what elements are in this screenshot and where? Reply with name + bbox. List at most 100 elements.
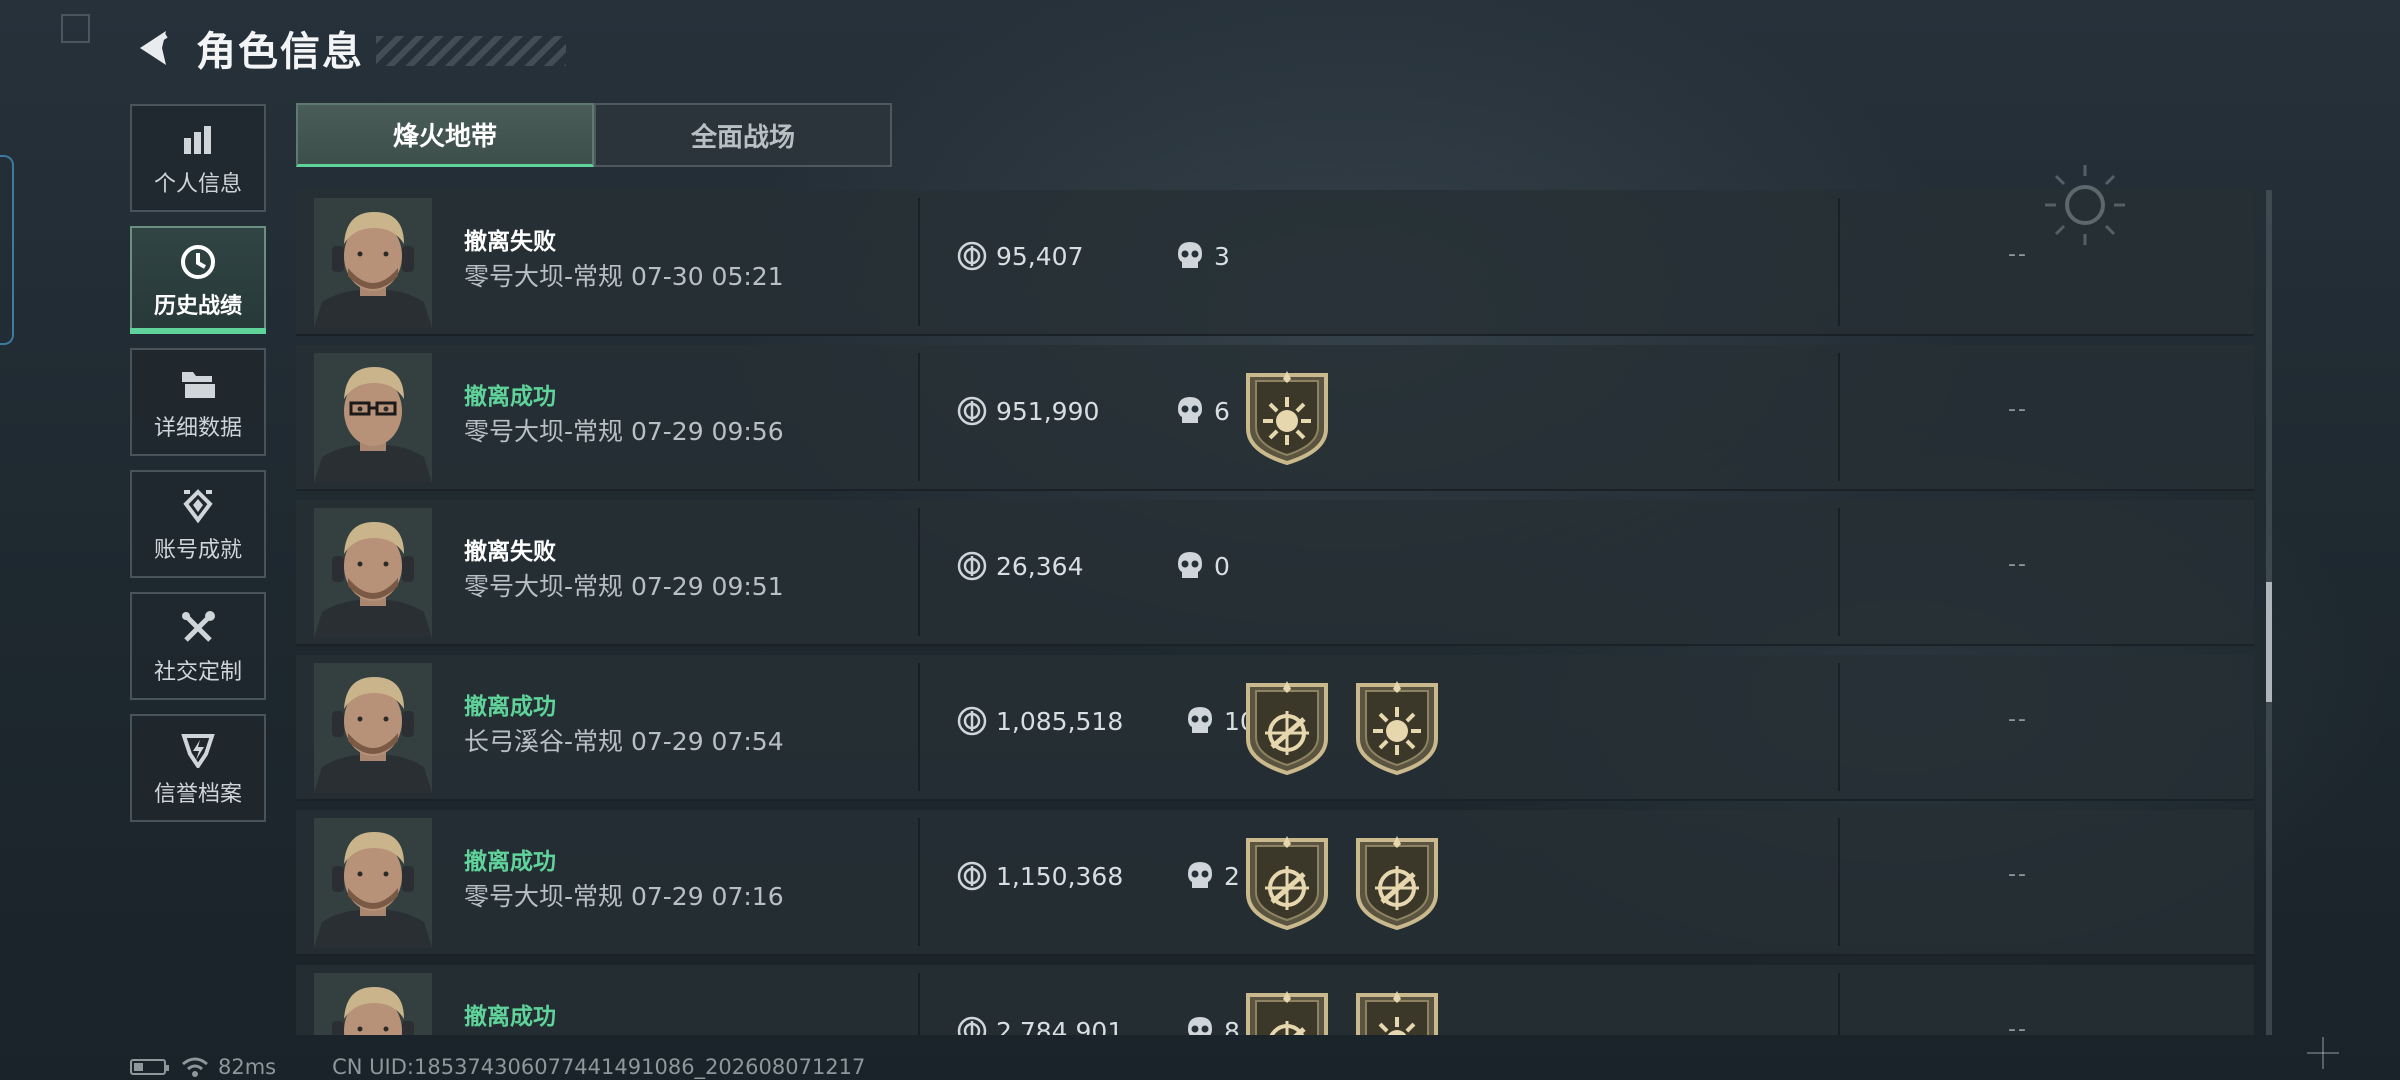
edge-drawer-handle[interactable] — [0, 155, 14, 345]
extra-info: -- — [2008, 862, 2028, 887]
map-and-time: 零号大坝-常规 07-29 09:56 — [464, 417, 784, 446]
skull-icon — [1176, 240, 1204, 276]
operator-portrait — [314, 973, 432, 1035]
crosshair-badge-icon[interactable] — [1242, 991, 1332, 1035]
sunburst-badge-icon[interactable] — [1352, 991, 1442, 1035]
crosshair-badge-icon[interactable] — [1242, 836, 1332, 931]
sidebar-item-label: 个人信息 — [153, 172, 242, 197]
status-bar: 82ms CN UID:1853743060774414910​86_20260… — [130, 1055, 865, 1079]
sidebar-item-label: 信誉档案 — [153, 782, 242, 807]
coin-icon — [956, 705, 988, 741]
extraction-result: 撤离成功 — [464, 1004, 556, 1030]
kill-count: 2 — [1224, 862, 1240, 891]
tab-warzone[interactable]: 烽火地带 — [296, 103, 594, 167]
extraction-result: 撤离成功 — [464, 694, 556, 720]
kill-count: 8 — [1224, 1017, 1240, 1035]
scrollbar[interactable] — [2266, 190, 2272, 1035]
title-decoration — [376, 36, 566, 66]
column-divider — [1838, 508, 1840, 636]
sunburst-badge-icon[interactable] — [1242, 371, 1332, 466]
sidebar-item-label: 社交定制 — [153, 660, 242, 685]
asset-value: 1,085,518 — [996, 707, 1124, 736]
column-divider — [1838, 198, 1840, 326]
mode-tabs: 烽火地带 全面战场 — [296, 103, 892, 167]
extra-info: -- — [2008, 242, 2028, 267]
column-divider — [1838, 353, 1840, 481]
asset-value: 1,150,368 — [996, 862, 1124, 891]
column-divider — [918, 353, 920, 481]
coin-icon — [956, 395, 988, 431]
column-divider — [918, 508, 920, 636]
kill-count: 6 — [1214, 397, 1230, 426]
sidebar: 个人信息 历史战绩 详细数据 账号成就 社交定制 信誉档案 — [130, 104, 266, 836]
sun-icon — [2045, 165, 2125, 245]
wifi-icon — [182, 1057, 208, 1077]
history-clock-icon — [179, 240, 217, 284]
asset-value: 95,407 — [996, 242, 1084, 271]
column-divider — [918, 198, 920, 326]
battery-icon — [130, 1059, 169, 1075]
column-divider — [918, 818, 920, 946]
back-arrow-icon — [140, 31, 168, 65]
sunburst-badge-icon[interactable] — [1352, 681, 1442, 776]
achievement-icon — [180, 484, 216, 528]
corner-frame — [61, 14, 90, 43]
sidebar-item-social[interactable]: 社交定制 — [130, 592, 266, 700]
back-button[interactable] — [128, 24, 176, 72]
coin-icon — [956, 240, 988, 276]
match-row[interactable]: 撤离成功 零号大坝-常规 07-29 09:56 951,990 6 -- — [296, 345, 2254, 491]
crosshair-badge-icon[interactable] — [1352, 836, 1442, 931]
ping-value: 82ms — [218, 1055, 277, 1079]
skull-icon — [1176, 550, 1204, 586]
extraction-result: 撤离失败 — [464, 229, 556, 255]
plus-icon — [2307, 1037, 2339, 1069]
uid-text: CN UID:1853743060774414910​86_2026080712… — [332, 1055, 866, 1079]
sidebar-item-label: 历史战绩 — [153, 294, 242, 319]
extra-info: -- — [2008, 397, 2028, 422]
sidebar-item-achievements[interactable]: 账号成就 — [130, 470, 266, 578]
match-row[interactable]: 撤离成功 2,784,901 8 -- — [296, 965, 2254, 1035]
asset-value: 951,990 — [996, 397, 1100, 426]
page-header: 角色信息 — [128, 18, 566, 78]
map-and-time: 零号大坝-常规 07-30 05:21 — [464, 262, 784, 291]
extra-info: -- — [2008, 1017, 2028, 1035]
map-and-time: 零号大坝-常规 07-29 09:51 — [464, 572, 784, 601]
map-and-time: 长弓溪谷-常规 07-29 07:54 — [464, 727, 784, 756]
sidebar-item-profile[interactable]: 个人信息 — [130, 104, 266, 212]
sidebar-item-details[interactable]: 详细数据 — [130, 348, 266, 456]
match-row[interactable]: 撤离成功 长弓溪谷-常规 07-29 07:54 1,085,518 10 -- — [296, 655, 2254, 801]
scrollbar-thumb[interactable] — [2266, 582, 2272, 702]
folder-icon — [179, 362, 217, 406]
bar-chart-icon — [181, 118, 215, 162]
match-row[interactable]: 撤离失败 零号大坝-常规 07-30 05:21 95,407 3 -- — [296, 190, 2254, 336]
skull-icon — [1186, 860, 1214, 896]
extraction-result: 撤离成功 — [464, 849, 556, 875]
kill-count: 0 — [1214, 552, 1230, 581]
coin-icon — [956, 860, 988, 896]
operator-portrait — [314, 353, 432, 483]
match-history-list[interactable]: 撤离失败 零号大坝-常规 07-30 05:21 95,407 3 -- 撤离成… — [296, 190, 2254, 1035]
operator-portrait — [314, 818, 432, 948]
column-divider — [918, 663, 920, 791]
sidebar-item-reputation[interactable]: 信誉档案 — [130, 714, 266, 822]
extraction-result: 撤离成功 — [464, 384, 556, 410]
column-divider — [1838, 818, 1840, 946]
match-row[interactable]: 撤离成功 零号大坝-常规 07-29 07:16 1,150,368 2 -- — [296, 810, 2254, 956]
extra-info: -- — [2008, 707, 2028, 732]
sidebar-item-label: 详细数据 — [153, 416, 242, 441]
match-row[interactable]: 撤离失败 零号大坝-常规 07-29 09:51 26,364 0 -- — [296, 500, 2254, 646]
reputation-icon — [180, 728, 216, 772]
sidebar-item-history[interactable]: 历史战绩 — [130, 226, 266, 334]
map-and-time: 零号大坝-常规 07-29 07:16 — [464, 882, 784, 911]
tools-icon — [180, 606, 216, 650]
operator-portrait — [314, 198, 432, 328]
column-divider — [1838, 973, 1840, 1035]
skull-icon — [1186, 705, 1214, 741]
operator-portrait — [314, 663, 432, 793]
crosshair-badge-icon[interactable] — [1242, 681, 1332, 776]
coin-icon — [956, 1015, 988, 1035]
tab-full-battlefield[interactable]: 全面战场 — [594, 103, 892, 167]
skull-icon — [1186, 1015, 1214, 1035]
extra-info: -- — [2008, 552, 2028, 577]
column-divider — [1838, 663, 1840, 791]
